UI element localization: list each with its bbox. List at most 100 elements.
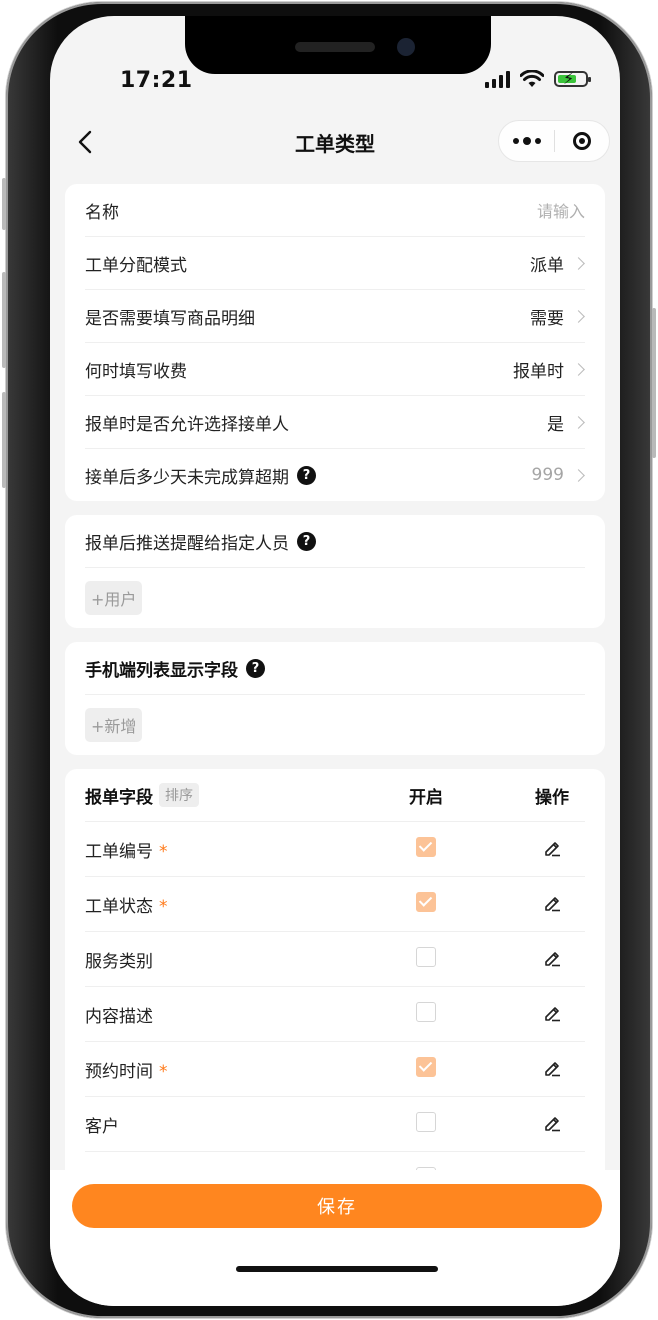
notify-tags: +用户 — [85, 568, 585, 628]
fee-time-row[interactable]: 何时填写收费 报单时 — [85, 343, 585, 396]
field-name: 工单状态 — [85, 896, 153, 917]
enabled-checkbox[interactable] — [416, 891, 436, 912]
fee-time-label: 何时填写收费 — [85, 361, 187, 382]
enabled-checkbox[interactable] — [416, 1111, 436, 1132]
mobile-fields-header: 手机端列表显示字段? — [85, 642, 585, 695]
fee-time-value: 报单时 — [513, 361, 564, 382]
chevron-right-icon — [572, 256, 585, 270]
name-label: 名称 — [85, 202, 119, 223]
required-mark: * — [159, 841, 168, 862]
name-input[interactable]: 请输入 — [537, 198, 585, 222]
field-name-wrap: 工单状态 * — [85, 892, 396, 917]
field-action-cell — [522, 836, 582, 863]
notify-card: 报单后推送提醒给指定人员? +用户 — [65, 515, 605, 628]
add-field-button[interactable]: +新增 — [85, 708, 143, 742]
fields-table-header: 报单字段 排序 开启 操作 — [85, 769, 585, 822]
mobile-fields-title: 手机端列表显示字段 — [85, 660, 238, 681]
name-row[interactable]: 名称 请输入 — [85, 184, 585, 237]
table-row: 客户 — [85, 1097, 585, 1152]
field-name: 预约时间 — [85, 1061, 153, 1082]
save-button[interactable]: 保存 — [72, 1184, 602, 1228]
notify-title: 报单后推送提醒给指定人员 — [85, 533, 289, 554]
table-row: 工单编号 * — [85, 822, 585, 877]
assign-mode-label: 工单分配模式 — [85, 255, 187, 276]
field-name: 服务类别 — [85, 951, 153, 972]
product-detail-label: 是否需要填写商品明细 — [85, 308, 255, 329]
edit-icon[interactable] — [541, 1111, 563, 1133]
navigation-bar: 工单类型 — [50, 116, 620, 170]
mobile-fields-title-wrap: 手机端列表显示字段? — [85, 656, 265, 681]
field-name: 客户 — [85, 1116, 119, 1137]
edit-icon[interactable] — [541, 891, 563, 913]
edit-icon[interactable] — [541, 836, 563, 858]
field-action-cell — [522, 946, 582, 973]
field-enabled-cell — [396, 1111, 456, 1137]
phone-frame: 17:21 ⚡ 工单类型 名称 请输入 工单分配模式 派单 是否需要填写商品明细… — [2, 2, 656, 1318]
field-name-wrap: 工单编号 * — [85, 837, 396, 862]
choose-receiver-row[interactable]: 报单时是否允许选择接单人 是 — [85, 396, 585, 449]
field-enabled-cell — [396, 836, 456, 862]
speaker — [295, 42, 375, 52]
chevron-right-icon — [572, 309, 585, 323]
choose-receiver-label: 报单时是否允许选择接单人 — [85, 414, 289, 435]
battery-icon: ⚡ — [554, 69, 591, 88]
fields-header-name-wrap: 报单字段 排序 — [85, 783, 396, 808]
status-time: 17:21 — [120, 68, 193, 93]
home-indicator — [236, 1266, 438, 1272]
chevron-right-icon — [572, 415, 585, 429]
required-mark: * — [159, 896, 168, 917]
fields-header-action: 操作 — [535, 787, 569, 808]
table-row: 工单状态 * — [85, 877, 585, 932]
overdue-days-value: 999 — [531, 465, 564, 485]
add-user-button[interactable]: +用户 — [85, 581, 143, 615]
assign-mode-value: 派单 — [530, 255, 564, 276]
enabled-checkbox[interactable] — [416, 836, 436, 857]
field-name-wrap: 内容描述 — [85, 1002, 396, 1027]
field-action-cell — [522, 1001, 582, 1028]
field-enabled-cell — [396, 946, 456, 972]
help-icon[interactable]: ? — [297, 531, 316, 551]
assign-mode-row[interactable]: 工单分配模式 派单 — [85, 237, 585, 290]
table-row: 服务类别 — [85, 932, 585, 987]
product-detail-value-wrap: 需要 — [530, 304, 585, 329]
sort-button[interactable]: 排序 — [159, 783, 199, 807]
required-mark: * — [159, 1061, 168, 1082]
table-row: 内容描述 — [85, 987, 585, 1042]
edit-icon[interactable] — [541, 946, 563, 968]
close-icon[interactable] — [555, 120, 609, 162]
field-enabled-cell — [396, 891, 456, 917]
more-icon[interactable] — [499, 120, 554, 162]
basic-settings-card: 名称 请输入 工单分配模式 派单 是否需要填写商品明细 需要 何时填写收费 报单… — [65, 184, 605, 501]
field-enabled-cell — [396, 1056, 456, 1082]
fee-time-value-wrap: 报单时 — [513, 357, 585, 382]
overdue-days-row[interactable]: 接单后多少天未完成算超期? 999 — [85, 449, 585, 501]
help-icon[interactable]: ? — [246, 658, 265, 678]
choose-receiver-value: 是 — [547, 414, 564, 435]
field-action-cell — [522, 891, 582, 918]
status-icons: ⚡ — [485, 69, 591, 88]
notch — [185, 16, 491, 74]
edit-icon[interactable] — [541, 1056, 563, 1078]
enabled-checkbox[interactable] — [416, 1056, 436, 1077]
chevron-right-icon — [572, 468, 585, 482]
help-icon[interactable]: ? — [297, 465, 316, 485]
overdue-days-value-wrap: 999 — [532, 465, 585, 485]
edit-icon[interactable] — [541, 1001, 563, 1023]
field-enabled-cell — [396, 1001, 456, 1027]
bottom-bar: 保存 — [50, 1170, 620, 1306]
product-detail-row[interactable]: 是否需要填写商品明细 需要 — [85, 290, 585, 343]
assign-mode-value-wrap: 派单 — [530, 251, 585, 276]
fields-header-enabled: 开启 — [409, 787, 443, 808]
choose-receiver-value-wrap: 是 — [547, 410, 585, 435]
report-fields-card: 报单字段 排序 开启 操作 工单编号 * 工单状态 * 服务类别 内容描述 预约… — [65, 769, 605, 1207]
enabled-checkbox[interactable] — [416, 1001, 436, 1022]
content: 名称 请输入 工单分配模式 派单 是否需要填写商品明细 需要 何时填写收费 报单… — [50, 184, 620, 1221]
enabled-checkbox[interactable] — [416, 946, 436, 967]
overdue-days-label-wrap: 接单后多少天未完成算超期? — [85, 463, 316, 488]
mobile-fields-card: 手机端列表显示字段? +新增 — [65, 642, 605, 755]
mute-switch — [2, 178, 6, 230]
field-action-cell — [522, 1056, 582, 1083]
front-camera — [397, 38, 415, 56]
volume-down-button — [2, 392, 6, 488]
fields-header-name: 报单字段 — [85, 787, 153, 808]
